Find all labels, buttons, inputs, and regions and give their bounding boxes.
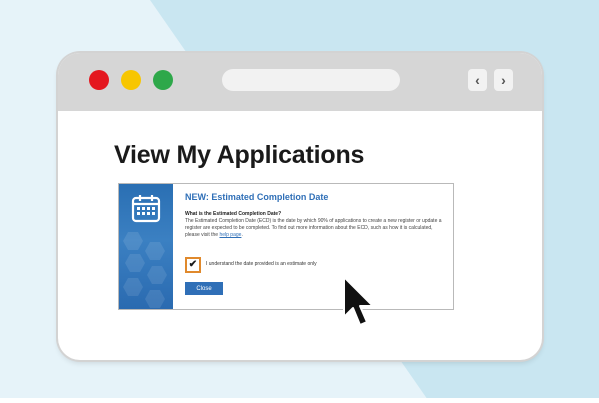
hex-pattern [147,266,167,284]
close-button[interactable]: Close [185,282,223,295]
page-title: View My Applications [114,141,365,169]
estimate-checkbox[interactable]: ✔ [185,257,201,273]
address-bar[interactable] [222,69,400,91]
hex-pattern [123,232,143,250]
browser-titlebar: ‹ › [58,53,542,111]
minimize-window-dot[interactable] [121,70,141,90]
hex-pattern [145,242,165,260]
back-button[interactable]: ‹ [468,69,487,91]
forward-button[interactable]: › [494,69,513,91]
chevron-right-icon: › [501,72,506,88]
dialog-question: What is the Estimated Completion Date? [185,211,282,217]
dialog-side-panel [119,184,173,309]
calendar-icon [131,195,161,223]
mouse-cursor-icon [343,276,374,326]
ecd-dialog: NEW: Estimated Completion Date What is t… [118,183,454,310]
close-window-dot[interactable] [89,70,109,90]
browser-window: ‹ › View My Applications NEW: Estimated … [58,53,542,360]
hex-pattern [123,278,143,296]
dialog-heading: NEW: Estimated Completion Date [185,192,329,202]
maximize-window-dot[interactable] [153,70,173,90]
bottom-strip [0,398,599,403]
help-page-link[interactable]: help page [219,232,241,238]
hex-pattern [125,254,145,272]
checkbox-label: I understand the date provided is an est… [206,261,317,267]
hex-pattern [145,290,165,308]
chevron-left-icon: ‹ [475,72,480,88]
dialog-body: The Estimated Completion Date (ECD) is t… [185,218,442,238]
checkmark-icon: ✔ [188,259,198,270]
